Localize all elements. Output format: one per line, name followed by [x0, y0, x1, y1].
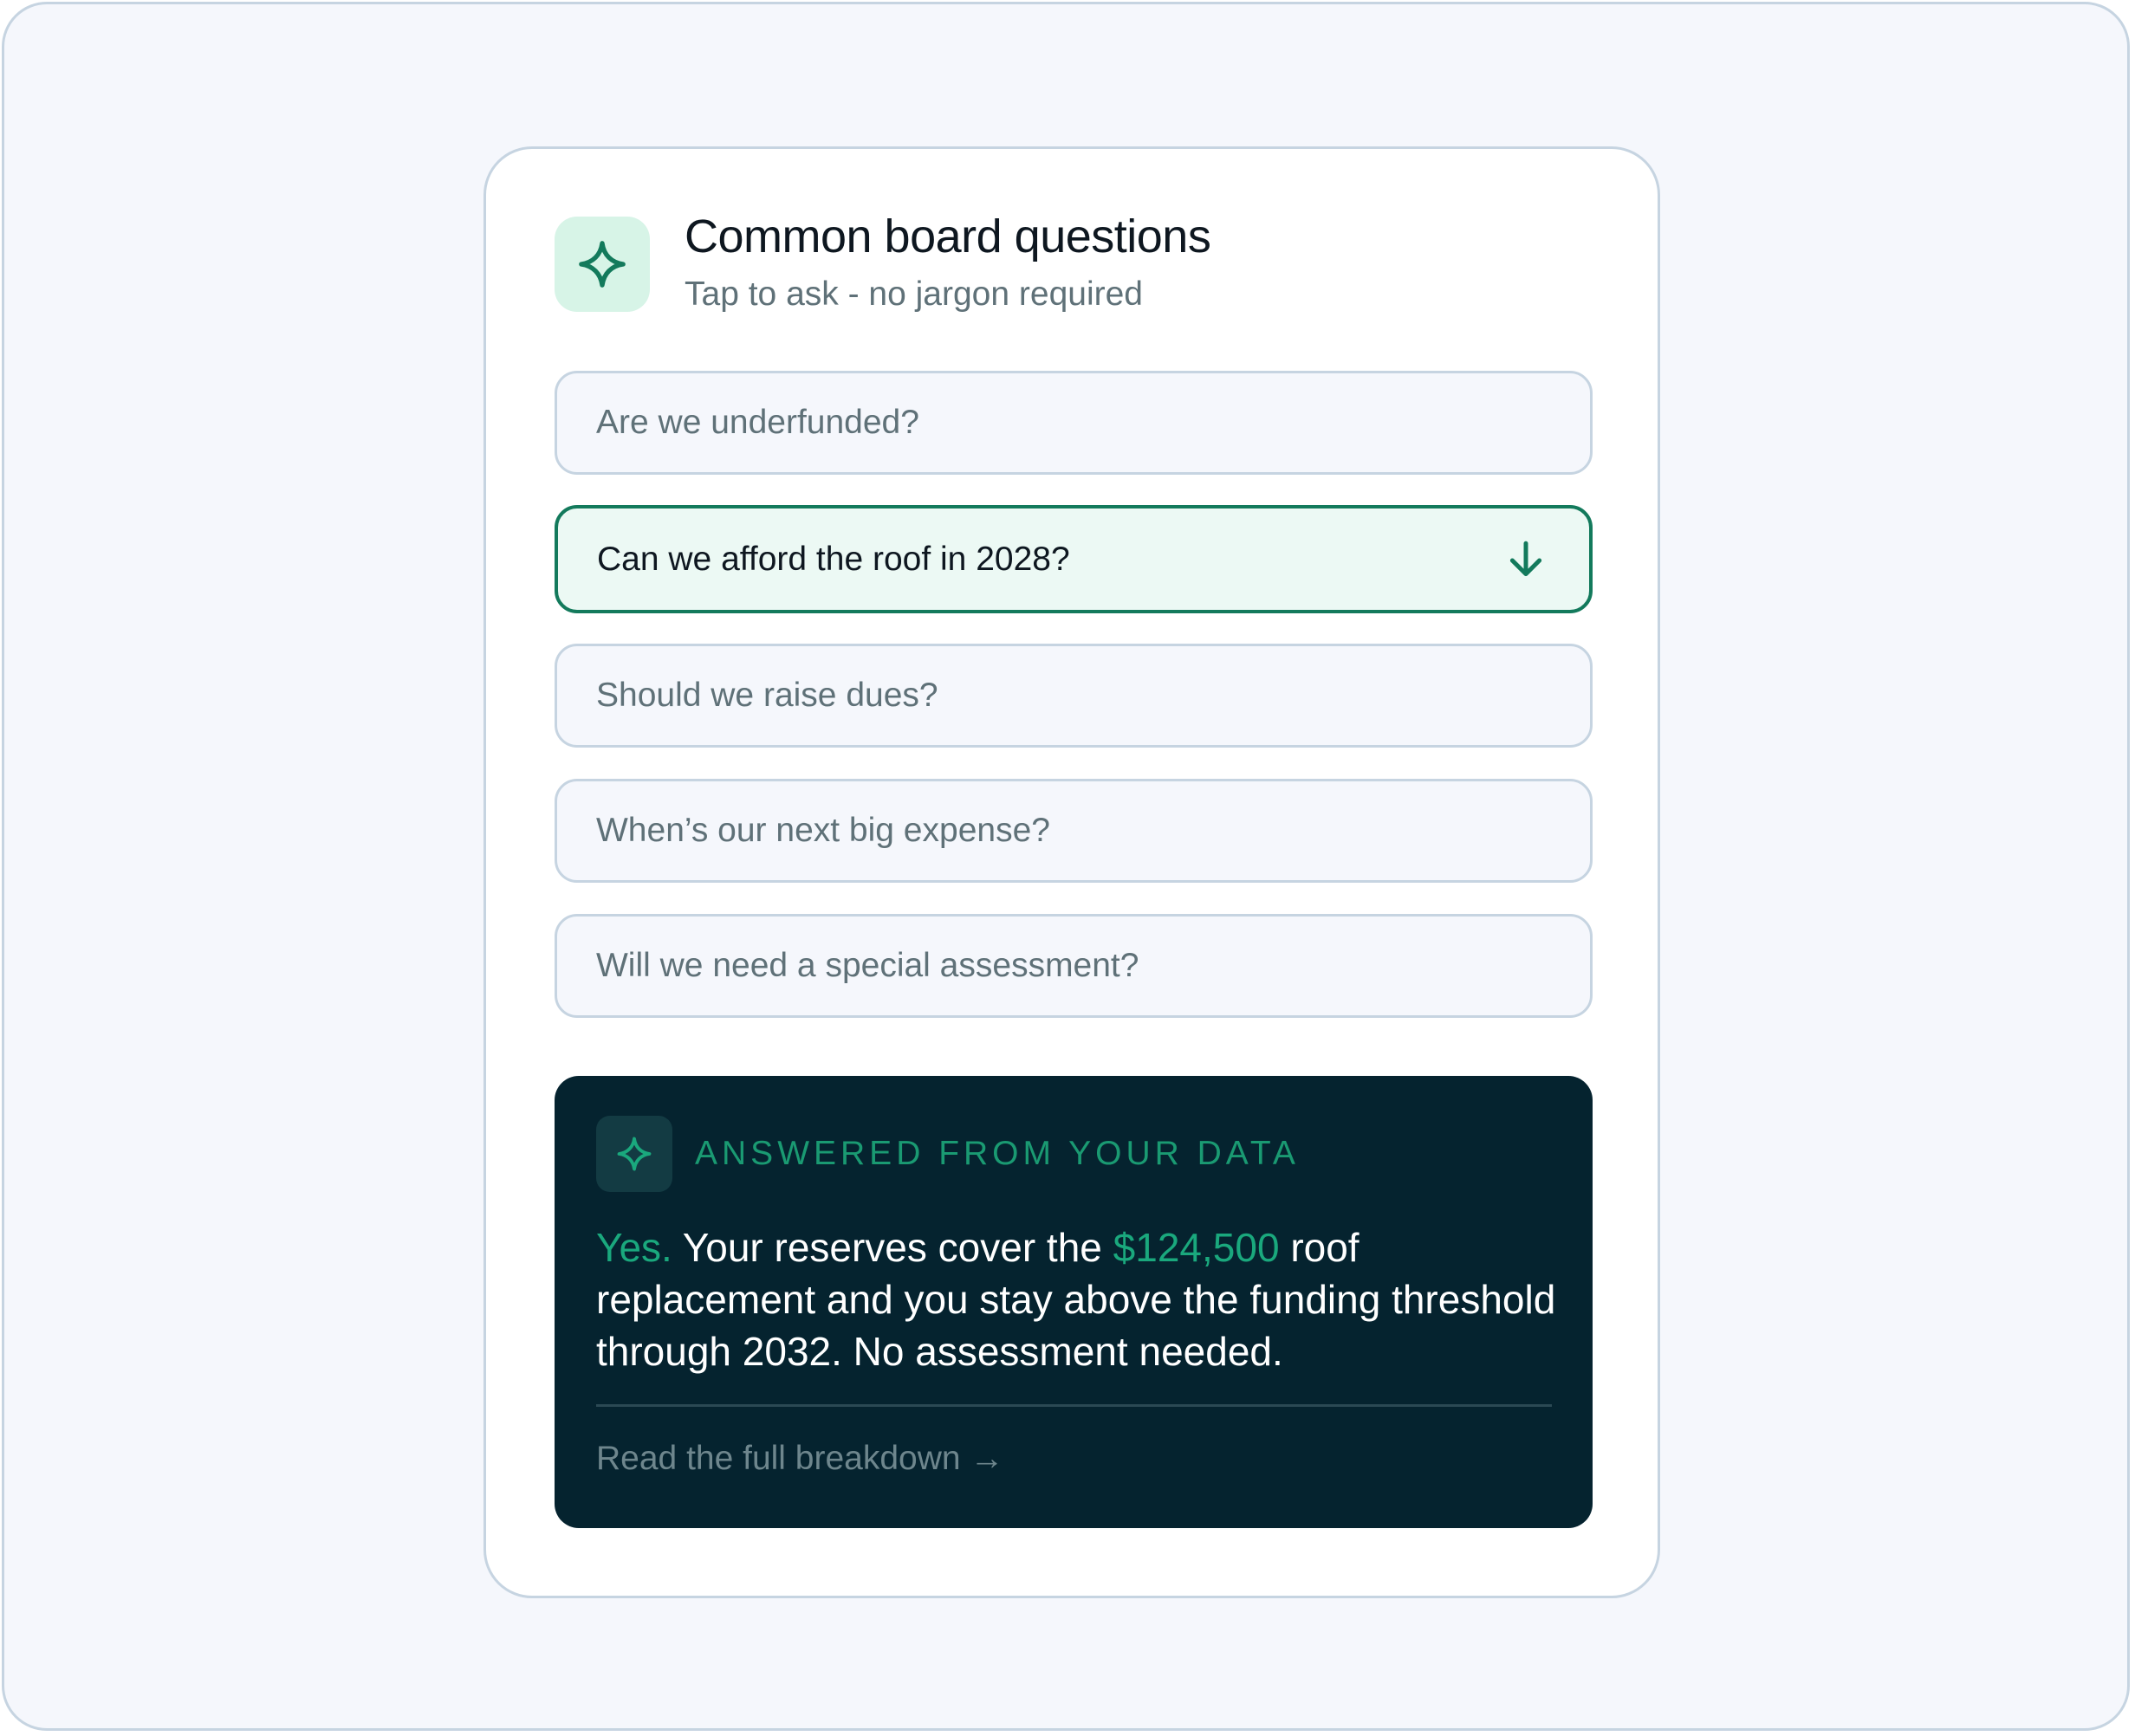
full-breakdown-link[interactable]: Read the full breakdown →: [596, 1440, 1003, 1478]
sparkle-icon: [596, 1116, 672, 1192]
question-special-assessment[interactable]: Will we need a special assessment?: [555, 914, 1593, 1018]
question-raise-dues[interactable]: Should we raise dues?: [555, 644, 1593, 748]
divider: [596, 1404, 1552, 1407]
question-label: Should we raise dues?: [596, 677, 938, 714]
sparkle-icon: [555, 217, 650, 312]
question-roof-2028[interactable]: Can we afford the roof in 2028?: [555, 505, 1593, 613]
arrow-down-icon: [1509, 541, 1542, 576]
answer-yes: Yes.: [596, 1225, 672, 1270]
answer-source-label: ANSWERED FROM YOUR DATA: [695, 1135, 1300, 1172]
card-title: Common board questions: [685, 211, 1211, 262]
question-label: Are we underfunded?: [596, 404, 919, 441]
question-label: Will we need a special assessment?: [596, 947, 1139, 984]
page-background: Common board questions Tap to ask - no j…: [2, 2, 2130, 1731]
questions-card: Common board questions Tap to ask - no j…: [483, 146, 1660, 1598]
question-next-expense[interactable]: When’s our next big expense?: [555, 779, 1593, 883]
question-underfunded[interactable]: Are we underfunded?: [555, 371, 1593, 475]
answer-text-part: Your reserves cover the: [672, 1225, 1113, 1270]
answer-amount: $124,500: [1113, 1225, 1280, 1270]
answer-panel: ANSWERED FROM YOUR DATA Yes. Your reserv…: [555, 1076, 1593, 1528]
question-label: When’s our next big expense?: [596, 812, 1050, 849]
card-subtitle: Tap to ask - no jargon required: [685, 275, 1143, 313]
answer-text: Yes. Your reserves cover the $124,500 ro…: [596, 1221, 1558, 1377]
question-label: Can we afford the roof in 2028?: [597, 540, 1070, 578]
